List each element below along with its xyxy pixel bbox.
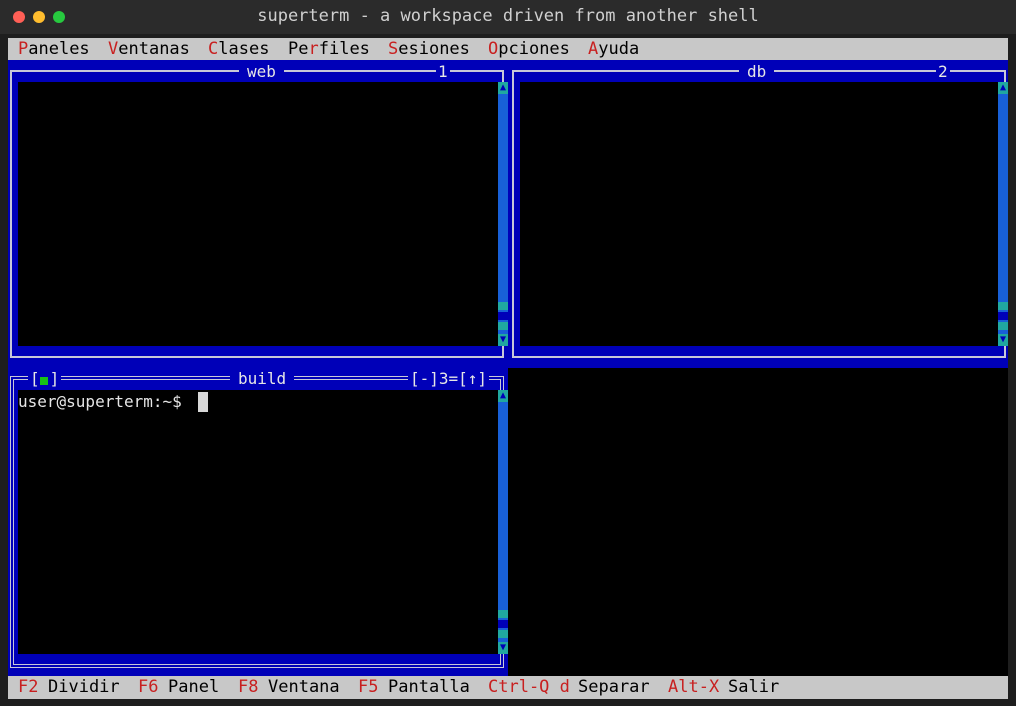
panel-web-content[interactable]	[18, 82, 498, 346]
status-key-f5[interactable]: F5	[358, 677, 378, 697]
scroll-track-gap	[498, 312, 508, 320]
status-bar: F2 Dividir F6 Panel F8 Ventana F5 Pantal…	[8, 676, 1008, 699]
panel-build-content[interactable]: user@superterm:~$	[18, 390, 498, 654]
status-label-salir[interactable]: Salir	[728, 677, 779, 697]
scroll-thumb[interactable]	[498, 302, 508, 310]
scroll-up-arrow-icon[interactable]: ▲	[998, 82, 1008, 94]
scroll-up-arrow-icon[interactable]: ▲	[498, 82, 508, 94]
menu-sesiones[interactable]: Sesiones	[388, 39, 470, 59]
panel-db-title: db	[739, 62, 775, 82]
menu-perfiles[interactable]: Perfiles	[288, 39, 370, 59]
panel-web-title: web	[239, 62, 284, 82]
scroll-up-arrow-icon[interactable]: ▲	[498, 390, 508, 402]
empty-desktop-area	[508, 368, 1008, 676]
panel-web-scrollbar[interactable]: ▲ ▼	[498, 82, 508, 346]
menu-ayuda[interactable]: Ayuda	[588, 39, 639, 59]
panel-db-content[interactable]	[520, 82, 998, 346]
menu-paneles[interactable]: Paneles	[18, 39, 90, 59]
status-key-f6[interactable]: F6	[138, 677, 158, 697]
scroll-thumb[interactable]	[998, 302, 1008, 310]
status-label-separar[interactable]: Separar	[578, 677, 650, 697]
scroll-track-gap	[498, 620, 508, 628]
panel-build-window-controls[interactable]: [-]3=[↑]	[408, 369, 490, 389]
status-label-dividir[interactable]: Dividir	[48, 677, 120, 697]
window-title: superterm - a workspace driven from anot…	[257, 6, 759, 26]
menu-bar: Paneles Ventanas Clases Perfiles Sesione…	[8, 38, 1008, 60]
status-key-alt-x[interactable]: Alt-X	[668, 677, 719, 697]
active-window-indicator-icon	[40, 377, 48, 385]
scroll-thumb[interactable]	[498, 610, 508, 618]
scroll-down-arrow-icon[interactable]: ▼	[998, 334, 1008, 346]
status-label-panel[interactable]: Panel	[168, 677, 219, 697]
menu-ventanas[interactable]: Ventanas	[108, 39, 190, 59]
status-key-f8[interactable]: F8	[238, 677, 258, 697]
scroll-down-arrow-icon[interactable]: ▼	[498, 642, 508, 654]
panel-web-number: 1	[436, 62, 450, 82]
terminal-screen: Paneles Ventanas Clases Perfiles Sesione…	[8, 38, 1008, 699]
menu-clases[interactable]: Clases	[208, 39, 269, 59]
panel-build-title: build	[230, 369, 295, 389]
panel-db-scrollbar[interactable]: ▲ ▼	[998, 82, 1008, 346]
panel-build[interactable]: [] build [-]3=[↑] user@superterm:~$ ▲ ▼	[8, 368, 508, 676]
status-label-ventana[interactable]: Ventana	[268, 677, 340, 697]
scroll-thumb-lower[interactable]	[498, 630, 508, 638]
panel-db-number: 2	[936, 62, 950, 82]
panel-db[interactable]: db 2 ▲ ▼	[508, 60, 1008, 368]
status-key-ctrl-q-d[interactable]: Ctrl-Q d	[488, 677, 570, 697]
scroll-down-arrow-icon[interactable]: ▼	[498, 334, 508, 346]
menu-opciones[interactable]: Opciones	[488, 39, 570, 59]
scroll-track-gap	[998, 312, 1008, 320]
status-key-f2[interactable]: F2	[18, 677, 38, 697]
panel-web[interactable]: web 1 ▲ ▼	[8, 60, 508, 368]
shell-prompt: user@superterm:~$	[18, 392, 182, 411]
scroll-thumb-lower[interactable]	[498, 322, 508, 330]
text-cursor	[198, 392, 208, 412]
status-label-pantalla[interactable]: Pantalla	[388, 677, 470, 697]
scroll-thumb-lower[interactable]	[998, 322, 1008, 330]
panel-build-scrollbar[interactable]: ▲ ▼	[498, 390, 508, 654]
window-titlebar: superterm - a workspace driven from anot…	[0, 0, 1016, 34]
